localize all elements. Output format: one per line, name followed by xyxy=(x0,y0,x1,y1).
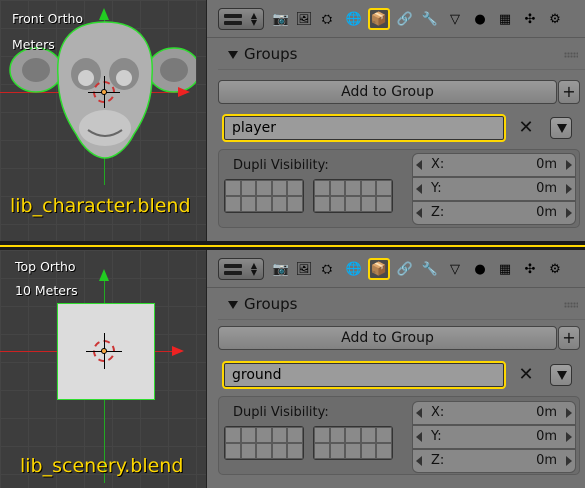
render-layers-icon[interactable]: 🖼 xyxy=(293,258,315,280)
add-group-plus-button[interactable]: + xyxy=(558,326,580,350)
collapse-triangle-icon[interactable] xyxy=(228,51,238,59)
material-icon[interactable]: ● xyxy=(469,258,491,280)
dupli-offset-y[interactable]: Y: 0m xyxy=(412,177,576,201)
add-to-group-button[interactable]: Add to Group xyxy=(218,80,557,104)
render-icon[interactable]: 📷 xyxy=(270,258,292,280)
editor-type-menu[interactable]: ▲ ▼ xyxy=(218,8,264,30)
dupli-layers-right[interactable] xyxy=(313,426,393,460)
add-group-plus-button[interactable]: + xyxy=(558,80,580,104)
group-specials-dropdown[interactable] xyxy=(550,117,572,139)
dupli-layers-left[interactable] xyxy=(224,426,304,460)
world-icon[interactable]: 🌐 xyxy=(343,8,365,30)
divider-highlight xyxy=(0,245,585,247)
viewport-top[interactable]: Front Ortho Meters lib_character.blend xyxy=(0,0,206,241)
collapse-triangle-icon[interactable] xyxy=(228,301,238,309)
remove-group-button[interactable]: ✕ xyxy=(516,118,536,138)
render-layers-icon[interactable]: 🖼 xyxy=(293,8,315,30)
group-name-field[interactable]: player xyxy=(222,114,506,142)
dupli-offset-z[interactable]: Z: 0m xyxy=(412,449,576,473)
dupli-visibility-label: Dupli Visibility: xyxy=(233,158,329,173)
panel-title: Groups xyxy=(244,295,298,313)
dupli-settings-box: Dupli Visibility: X: 0m Y: 0m Z: 0m xyxy=(218,149,580,228)
y-axis-arrow xyxy=(99,8,109,20)
properties-editor-bottom: ▲ ▼ 📷 🖼 ⛭ 🌐 📦 🔗 🔧 ▽ ● ▦ ✣ ⚙ Groups Add to… xyxy=(206,250,585,488)
x-axis-arrow xyxy=(178,87,190,97)
texture-icon[interactable]: ▦ xyxy=(494,8,516,30)
object-origin xyxy=(101,348,107,354)
data-icon[interactable]: ▽ xyxy=(444,258,466,280)
filename-label: lib_scenery.blend xyxy=(20,455,184,477)
group-name-field[interactable]: ground xyxy=(222,361,506,389)
dupli-offset-z[interactable]: Z: 0m xyxy=(412,201,576,225)
drag-grip-icon[interactable] xyxy=(564,52,578,58)
dupli-offset-x[interactable]: X: 0m xyxy=(412,153,576,177)
dupli-settings-box: Dupli Visibility: X: 0m Y: 0m Z: 0m xyxy=(218,396,580,475)
scene-icon[interactable]: ⛭ xyxy=(316,258,338,280)
object-icon[interactable]: 📦 xyxy=(368,258,390,280)
data-icon[interactable]: ▽ xyxy=(444,8,466,30)
object-origin xyxy=(101,89,107,95)
remove-group-button[interactable]: ✕ xyxy=(516,365,536,385)
constraints-icon[interactable]: 🔗 xyxy=(394,258,416,280)
object-icon[interactable]: 📦 xyxy=(368,8,390,30)
view-label: Front Ortho xyxy=(12,11,84,26)
units-label: Meters xyxy=(12,37,55,52)
x-axis-arrow xyxy=(172,346,184,356)
scene-icon[interactable]: ⛭ xyxy=(316,8,338,30)
screen: Front Ortho Meters lib_character.blend ▲… xyxy=(0,0,585,488)
filename-label: lib_character.blend xyxy=(10,195,191,217)
groups-panel-header[interactable]: Groups xyxy=(218,40,585,70)
add-to-group-button[interactable]: Add to Group xyxy=(218,326,557,350)
viewport-bottom[interactable]: Top Ortho 10 Meters lib_scenery.blend xyxy=(0,250,206,488)
constraints-icon[interactable]: 🔗 xyxy=(394,8,416,30)
modifiers-icon[interactable]: 🔧 xyxy=(419,8,441,30)
dupli-layers-right[interactable] xyxy=(313,179,393,213)
dupli-offset-x[interactable]: X: 0m xyxy=(412,401,576,425)
units-label: 10 Meters xyxy=(15,283,78,298)
dupli-layers-left[interactable] xyxy=(224,179,304,213)
context-tabs: ▲ ▼ 📷 🖼 ⛭ 🌐 📦 🔗 🔧 ▽ ● ▦ ✣ ⚙ xyxy=(207,0,585,38)
render-icon[interactable]: 📷 xyxy=(270,8,292,30)
modifiers-icon[interactable]: 🔧 xyxy=(419,258,441,280)
particles-icon[interactable]: ✣ xyxy=(519,8,541,30)
dupli-visibility-label: Dupli Visibility: xyxy=(233,405,329,420)
y-axis-arrow xyxy=(99,269,109,281)
panel-title: Groups xyxy=(244,45,298,63)
physics-icon[interactable]: ⚙ xyxy=(544,8,566,30)
properties-editor-top: ▲ ▼ 📷 🖼 ⛭ 🌐 📦 🔗 🔧 ▽ ● ▦ ✣ ⚙ Groups Add to… xyxy=(206,0,585,241)
physics-icon[interactable]: ⚙ xyxy=(544,258,566,280)
group-specials-dropdown[interactable] xyxy=(550,364,572,386)
world-icon[interactable]: 🌐 xyxy=(343,258,365,280)
view-label: Top Ortho xyxy=(15,259,76,274)
particles-icon[interactable]: ✣ xyxy=(519,258,541,280)
groups-panel-header[interactable]: Groups xyxy=(218,290,585,320)
editor-type-menu[interactable]: ▲ ▼ xyxy=(218,258,264,280)
context-tabs: ▲ ▼ 📷 🖼 ⛭ 🌐 📦 🔗 🔧 ▽ ● ▦ ✣ ⚙ xyxy=(207,250,585,288)
texture-icon[interactable]: ▦ xyxy=(494,258,516,280)
dupli-offset-y[interactable]: Y: 0m xyxy=(412,425,576,449)
drag-grip-icon[interactable] xyxy=(564,302,578,308)
material-icon[interactable]: ● xyxy=(469,8,491,30)
